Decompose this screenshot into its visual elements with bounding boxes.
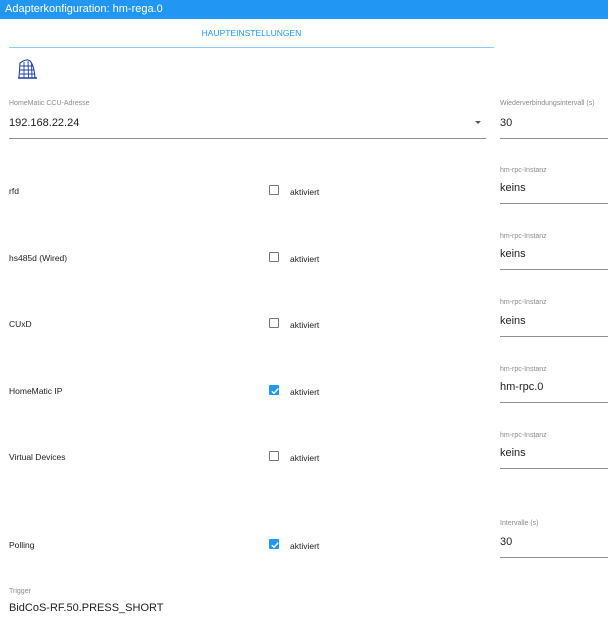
- cuxd-checkbox-label[interactable]: aktiviert: [290, 320, 319, 330]
- homematic-logo-icon: [16, 57, 40, 81]
- reconnect-interval-input[interactable]: 30: [500, 117, 512, 129]
- rfd-instance-select[interactable]: keins: [500, 182, 526, 194]
- row-label-hs485d: hs485d (Wired): [9, 253, 68, 263]
- cuxd-checkbox[interactable]: [269, 318, 279, 328]
- hs485d-instance-label: hm-rpc-Instanz: [500, 233, 547, 240]
- row-label-rfd: rfd: [9, 186, 19, 196]
- check-icon: [271, 388, 279, 395]
- virtual-devices-instance-underline: [500, 468, 608, 469]
- cuxd-instance-label: hm-rpc-Instanz: [500, 299, 547, 306]
- homematic-ip-instance-underline: [500, 402, 608, 403]
- trigger-input[interactable]: BidCoS-RF.50.PRESS_SHORT: [9, 602, 163, 614]
- rfd-instance-underline: [500, 203, 608, 204]
- row-label-cuxd: CUxD: [9, 319, 32, 329]
- ccu-address-underline: [9, 138, 486, 139]
- homematic-ip-instance-select[interactable]: hm-rpc.0: [500, 381, 543, 393]
- reconnect-interval-underline: [500, 138, 608, 139]
- hs485d-checkbox-label[interactable]: aktiviert: [290, 254, 319, 264]
- polling-interval-underline: [500, 557, 608, 558]
- hs485d-instance-underline: [500, 269, 608, 270]
- hs485d-instance-select[interactable]: keins: [500, 248, 526, 260]
- check-icon: [271, 542, 279, 549]
- homematic-ip-checkbox-label[interactable]: aktiviert: [290, 387, 319, 397]
- virtual-devices-checkbox-label[interactable]: aktiviert: [290, 453, 319, 463]
- rfd-checkbox-label[interactable]: aktiviert: [290, 187, 319, 197]
- ccu-address-label: HomeMatic CCU-Adresse: [9, 100, 90, 107]
- virtual-devices-instance-select[interactable]: keins: [500, 447, 526, 459]
- polling-checkbox[interactable]: [269, 539, 279, 549]
- cuxd-instance-select[interactable]: keins: [500, 315, 526, 327]
- virtual-devices-checkbox[interactable]: [269, 451, 279, 461]
- polling-interval-label: Intervalle (s): [500, 520, 539, 527]
- reconnect-interval-label: Wiederverbindungsintervall (s): [500, 100, 595, 107]
- row-label-polling: Polling: [9, 540, 35, 550]
- tab-bar: HAUPTEINSTELLUNGEN: [9, 19, 494, 48]
- rfd-instance-label: hm-rpc-Instanz: [500, 167, 547, 174]
- chevron-down-icon[interactable]: [475, 121, 481, 124]
- homematic-ip-checkbox[interactable]: [269, 385, 279, 395]
- row-label-virtual-devices: Virtual Devices: [9, 452, 66, 462]
- polling-checkbox-label[interactable]: aktiviert: [290, 541, 319, 551]
- ccu-address-value[interactable]: 192.168.22.24: [9, 117, 79, 129]
- virtual-devices-instance-label: hm-rpc-Instanz: [500, 432, 547, 439]
- polling-interval-input[interactable]: 30: [500, 536, 512, 548]
- trigger-label: Trigger: [9, 588, 31, 595]
- tab-haupteinstellungen[interactable]: HAUPTEINSTELLUNGEN: [9, 19, 494, 47]
- row-label-homematic-ip: HomeMatic IP: [9, 386, 63, 396]
- rfd-checkbox[interactable]: [269, 185, 279, 195]
- cuxd-instance-underline: [500, 336, 608, 337]
- hs485d-checkbox[interactable]: [269, 252, 279, 262]
- homematic-ip-instance-label: hm-rpc-Instanz: [500, 366, 547, 373]
- window-title: Adapterkonfiguration: hm-rega.0: [0, 0, 608, 19]
